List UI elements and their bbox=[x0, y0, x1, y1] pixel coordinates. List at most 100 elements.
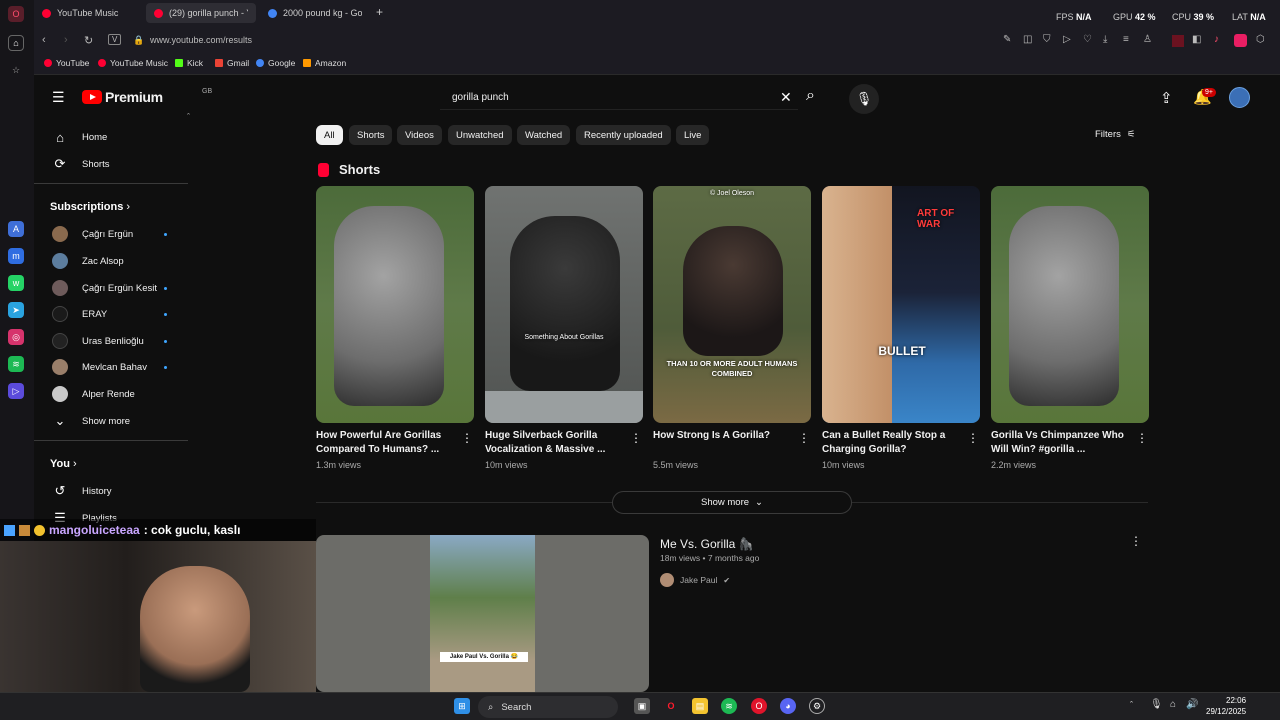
chip-videos[interactable]: Videos bbox=[397, 125, 442, 145]
short-title[interactable]: Can a Bullet Really Stop a Charging Gori… bbox=[822, 429, 957, 457]
short-card[interactable]: © Joel Oleson THAN 10 OR MORE ADULT HUMA… bbox=[653, 186, 811, 470]
messenger-icon[interactable]: m bbox=[8, 248, 24, 264]
tiktok-ext-icon[interactable]: ♪ bbox=[1214, 34, 1219, 45]
bookmark-youtube-music[interactable]: YouTube Music bbox=[98, 58, 168, 68]
bookmark-amazon[interactable]: Amazon bbox=[303, 58, 346, 68]
twitch-ext-icon[interactable]: ◧ bbox=[1192, 34, 1201, 45]
chip-unwatched[interactable]: Unwatched bbox=[448, 125, 512, 145]
instagram-icon[interactable]: ◎ bbox=[8, 329, 24, 345]
profile-icon[interactable]: ♙ bbox=[1143, 34, 1152, 45]
heart-icon[interactable]: ♡ bbox=[1083, 34, 1092, 45]
search-box[interactable]: gorilla punch ✕ bbox=[440, 85, 798, 110]
file-explorer-icon[interactable]: ▤ bbox=[692, 698, 708, 714]
video-thumbnail[interactable]: Jake Paul Vs. Gorilla 😂 bbox=[316, 535, 649, 692]
sidebar-item-subscription[interactable]: Çağrı Ergün Kesit bbox=[34, 276, 188, 300]
filters-button[interactable]: Filters ⚟ bbox=[1095, 129, 1135, 140]
sidebar-item-subscription[interactable]: Uras Benlioğlu bbox=[34, 329, 188, 353]
chip-recently-uploaded[interactable]: Recently uploaded bbox=[576, 125, 671, 145]
more-options-icon[interactable]: ⋮ bbox=[461, 431, 473, 445]
vpn-icon[interactable]: V bbox=[108, 34, 122, 45]
short-thumbnail[interactable] bbox=[316, 186, 474, 423]
short-card[interactable]: How Powerful Are Gorillas Compared To Hu… bbox=[316, 186, 474, 470]
task-view-icon[interactable]: ▣ bbox=[634, 698, 650, 714]
url-field[interactable]: www.youtube.com/results bbox=[150, 35, 252, 45]
more-options-icon[interactable]: ⋮ bbox=[1136, 431, 1148, 445]
tab-youtube-music[interactable]: YouTube Music bbox=[34, 3, 142, 23]
bookmark-google[interactable]: Google bbox=[256, 58, 295, 68]
windows-start-icon[interactable]: ⊞ bbox=[454, 698, 470, 714]
more-options-icon[interactable]: ⋮ bbox=[967, 431, 979, 445]
aria-icon[interactable]: A bbox=[8, 221, 24, 237]
bookmark-gmail[interactable]: Gmail bbox=[215, 58, 249, 68]
taskbar-clock[interactable]: 22:06 29/12/2025 bbox=[1206, 695, 1246, 717]
short-card[interactable]: ART OF WAR BULLET Can a Bullet Really St… bbox=[822, 186, 980, 470]
sidebar-item-subscription[interactable]: Çağrı Ergün bbox=[34, 222, 188, 246]
video-channel[interactable]: Jake Paul ✔ bbox=[660, 573, 730, 587]
extension-icon[interactable] bbox=[1172, 35, 1184, 47]
whatsapp-icon[interactable]: w bbox=[8, 275, 24, 291]
chip-watched[interactable]: Watched bbox=[517, 125, 571, 145]
account-avatar[interactable] bbox=[1229, 87, 1250, 108]
hamburger-menu-icon[interactable]: ☰ bbox=[52, 90, 66, 104]
menu-lines-icon[interactable]: ≡ bbox=[1123, 34, 1129, 45]
short-thumbnail[interactable] bbox=[991, 186, 1149, 423]
short-title[interactable]: Gorilla Vs Chimpanzee Who Will Win? #gor… bbox=[991, 429, 1126, 457]
back-icon[interactable]: ‹ bbox=[42, 34, 46, 46]
telegram-icon[interactable]: ➤ bbox=[8, 302, 24, 318]
reload-icon[interactable]: ↻ bbox=[84, 34, 93, 47]
short-thumbnail[interactable]: ART OF WAR BULLET bbox=[822, 186, 980, 423]
extensions-icon[interactable]: ⬡ bbox=[1256, 34, 1265, 45]
you-heading[interactable]: You › bbox=[50, 458, 77, 470]
tray-chevron-up-icon[interactable]: ˆ bbox=[1130, 700, 1133, 710]
extension-pink-icon[interactable] bbox=[1234, 34, 1247, 47]
shorts-show-more-button[interactable]: Show more ⌄ bbox=[612, 491, 852, 514]
short-title[interactable]: How Powerful Are Gorillas Compared To Hu… bbox=[316, 429, 451, 457]
opera-logo-icon[interactable]: O bbox=[8, 6, 24, 22]
sidebar-item-subscription[interactable]: Mevlcan Bahav bbox=[34, 355, 188, 379]
star-icon[interactable]: ☆ bbox=[8, 62, 24, 78]
tab-youtube-results[interactable]: (29) gorilla punch - Yo bbox=[146, 3, 256, 23]
tab-google[interactable]: 2000 pound kg - Google'd bbox=[260, 3, 370, 23]
bookmark-kick[interactable]: Kick bbox=[175, 58, 203, 68]
bookmark-youtube[interactable]: YouTube bbox=[44, 58, 89, 68]
edit-icon[interactable]: ✎ bbox=[1003, 34, 1011, 45]
volume-icon[interactable]: 🔊 bbox=[1186, 699, 1198, 710]
download-icon[interactable]: ⤓ bbox=[1103, 34, 1107, 45]
microphone-icon[interactable]: 🎙 bbox=[1150, 699, 1163, 710]
sidebar-item-history[interactable]: ↺ History bbox=[34, 479, 188, 503]
short-card[interactable]: Gorilla Vs Chimpanzee Who Will Win? #gor… bbox=[991, 186, 1149, 470]
network-icon[interactable]: ⌂ bbox=[1170, 699, 1176, 710]
short-title[interactable]: How Strong Is A Gorilla? bbox=[653, 429, 788, 443]
sidebar-show-more[interactable]: ⌄ Show more bbox=[34, 409, 188, 433]
short-card[interactable]: Something About Gorillas Huge Silverback… bbox=[485, 186, 643, 470]
youtube-premium-logo[interactable]: Premium GB bbox=[82, 88, 212, 105]
clear-search-icon[interactable]: ✕ bbox=[780, 89, 792, 106]
short-thumbnail[interactable]: Something About Gorillas bbox=[485, 186, 643, 423]
chip-shorts[interactable]: Shorts bbox=[349, 125, 393, 145]
sidebar-item-subscription[interactable]: Alper Rende bbox=[34, 382, 188, 406]
sidebar-item-subscription[interactable]: Zac Alsop bbox=[34, 249, 188, 273]
search-icon[interactable]: ⌕ bbox=[806, 87, 815, 105]
chip-live[interactable]: Live bbox=[676, 125, 710, 145]
chip-all[interactable]: All bbox=[316, 125, 343, 145]
camera-icon[interactable]: ◫ bbox=[1023, 34, 1032, 45]
play-icon[interactable]: ▷ bbox=[1063, 34, 1071, 45]
video-title[interactable]: Me Vs. Gorilla 🦍 bbox=[660, 537, 754, 551]
subscriptions-heading[interactable]: Subscriptions › bbox=[50, 201, 130, 213]
search-input[interactable]: gorilla punch bbox=[452, 92, 509, 103]
new-tab-button[interactable]: + bbox=[376, 5, 383, 19]
sidebar-item-shorts[interactable]: ⟳ Shorts bbox=[34, 152, 188, 176]
sidebar-scroll-up-icon[interactable]: ˆ bbox=[187, 112, 190, 122]
more-options-icon[interactable]: ⋮ bbox=[798, 431, 810, 445]
sidebar-item-subscription[interactable]: ERAY bbox=[34, 302, 188, 326]
opera-gx-icon[interactable]: O bbox=[663, 698, 679, 714]
player-icon[interactable]: ▷ bbox=[8, 383, 24, 399]
spotify-icon[interactable]: ≋ bbox=[8, 356, 24, 372]
short-thumbnail[interactable]: © Joel Oleson THAN 10 OR MORE ADULT HUMA… bbox=[653, 186, 811, 423]
more-options-icon[interactable]: ⋮ bbox=[1130, 534, 1142, 548]
spotify-icon[interactable]: ≋ bbox=[721, 698, 737, 714]
app-icon[interactable]: ⚙ bbox=[809, 698, 825, 714]
shield-icon[interactable]: ⛉ bbox=[1043, 34, 1051, 45]
short-title[interactable]: Huge Silverback Gorilla Vocalization & M… bbox=[485, 429, 620, 457]
forward-icon[interactable]: › bbox=[64, 34, 68, 46]
